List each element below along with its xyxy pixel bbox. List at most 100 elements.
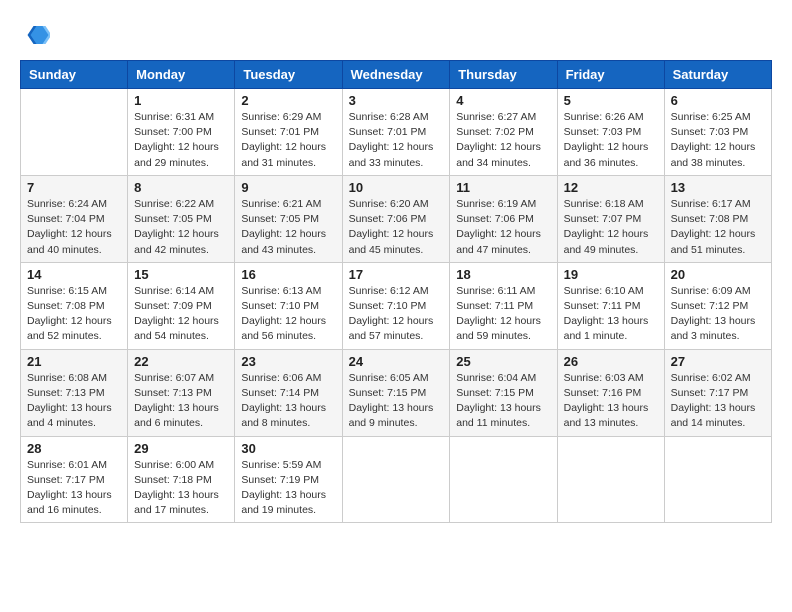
day-number: 14 <box>27 267 121 282</box>
calendar-table: SundayMondayTuesdayWednesdayThursdayFrid… <box>20 60 772 523</box>
calendar-cell: 1 Sunrise: 6:31 AM Sunset: 7:00 PM Daylig… <box>128 89 235 176</box>
day-header-saturday: Saturday <box>664 61 771 89</box>
day-info: Sunrise: 6:25 AM Sunset: 7:03 PM Dayligh… <box>671 110 765 171</box>
calendar-cell: 10 Sunrise: 6:20 AM Sunset: 7:06 PM Dayli… <box>342 175 450 262</box>
day-info: Sunrise: 6:08 AM Sunset: 7:13 PM Dayligh… <box>27 371 121 432</box>
day-number: 27 <box>671 354 765 369</box>
calendar-cell: 24 Sunrise: 6:05 AM Sunset: 7:15 PM Dayli… <box>342 349 450 436</box>
calendar-cell: 21 Sunrise: 6:08 AM Sunset: 7:13 PM Dayli… <box>21 349 128 436</box>
day-number: 3 <box>349 93 444 108</box>
day-number: 8 <box>134 180 228 195</box>
day-number: 30 <box>241 441 335 456</box>
day-info: Sunrise: 5:59 AM Sunset: 7:19 PM Dayligh… <box>241 458 335 519</box>
calendar-cell: 22 Sunrise: 6:07 AM Sunset: 7:13 PM Dayli… <box>128 349 235 436</box>
logo <box>20 20 54 50</box>
day-info: Sunrise: 6:05 AM Sunset: 7:15 PM Dayligh… <box>349 371 444 432</box>
calendar-week-2: 7 Sunrise: 6:24 AM Sunset: 7:04 PM Daylig… <box>21 175 772 262</box>
day-info: Sunrise: 6:06 AM Sunset: 7:14 PM Dayligh… <box>241 371 335 432</box>
calendar-cell: 11Sunrise: 6:19 AM Sunset: 7:06 PM Dayli… <box>450 175 557 262</box>
page-header <box>20 20 772 50</box>
day-info: Sunrise: 6:12 AM Sunset: 7:10 PM Dayligh… <box>349 284 444 345</box>
day-info: Sunrise: 6:09 AM Sunset: 7:12 PM Dayligh… <box>671 284 765 345</box>
day-info: Sunrise: 6:31 AM Sunset: 7:00 PM Dayligh… <box>134 110 228 171</box>
day-number: 10 <box>349 180 444 195</box>
day-info: Sunrise: 6:01 AM Sunset: 7:17 PM Dayligh… <box>27 458 121 519</box>
calendar-cell: 14 Sunrise: 6:15 AM Sunset: 7:08 PM Dayli… <box>21 262 128 349</box>
day-info: Sunrise: 6:11 AM Sunset: 7:11 PM Dayligh… <box>456 284 550 345</box>
day-number: 23 <box>241 354 335 369</box>
calendar-cell <box>664 436 771 523</box>
calendar-week-5: 28Sunrise: 6:01 AM Sunset: 7:17 PM Dayli… <box>21 436 772 523</box>
day-header-thursday: Thursday <box>450 61 557 89</box>
calendar-cell: 13 Sunrise: 6:17 AM Sunset: 7:08 PM Dayli… <box>664 175 771 262</box>
day-number: 29 <box>134 441 228 456</box>
day-info: Sunrise: 6:26 AM Sunset: 7:03 PM Dayligh… <box>564 110 658 171</box>
day-number: 13 <box>671 180 765 195</box>
calendar-week-1: 1 Sunrise: 6:31 AM Sunset: 7:00 PM Daylig… <box>21 89 772 176</box>
day-info: Sunrise: 6:17 AM Sunset: 7:08 PM Dayligh… <box>671 197 765 258</box>
day-info: Sunrise: 6:28 AM Sunset: 7:01 PM Dayligh… <box>349 110 444 171</box>
day-number: 18 <box>456 267 550 282</box>
calendar-cell <box>21 89 128 176</box>
day-header-sunday: Sunday <box>21 61 128 89</box>
calendar-cell: 30 Sunrise: 5:59 AM Sunset: 7:19 PM Dayli… <box>235 436 342 523</box>
calendar-cell: 2 Sunrise: 6:29 AM Sunset: 7:01 PM Daylig… <box>235 89 342 176</box>
day-header-friday: Friday <box>557 61 664 89</box>
day-number: 22 <box>134 354 228 369</box>
calendar-cell: 5 Sunrise: 6:26 AM Sunset: 7:03 PM Daylig… <box>557 89 664 176</box>
calendar-cell: 25Sunrise: 6:04 AM Sunset: 7:15 PM Dayli… <box>450 349 557 436</box>
day-info: Sunrise: 6:20 AM Sunset: 7:06 PM Dayligh… <box>349 197 444 258</box>
day-number: 16 <box>241 267 335 282</box>
day-info: Sunrise: 6:15 AM Sunset: 7:08 PM Dayligh… <box>27 284 121 345</box>
calendar-cell: 28Sunrise: 6:01 AM Sunset: 7:17 PM Dayli… <box>21 436 128 523</box>
calendar-week-4: 21 Sunrise: 6:08 AM Sunset: 7:13 PM Dayli… <box>21 349 772 436</box>
day-number: 26 <box>564 354 658 369</box>
day-number: 17 <box>349 267 444 282</box>
day-number: 6 <box>671 93 765 108</box>
calendar-week-3: 14 Sunrise: 6:15 AM Sunset: 7:08 PM Dayli… <box>21 262 772 349</box>
calendar-cell: 23 Sunrise: 6:06 AM Sunset: 7:14 PM Dayli… <box>235 349 342 436</box>
calendar-cell: 7 Sunrise: 6:24 AM Sunset: 7:04 PM Daylig… <box>21 175 128 262</box>
day-info: Sunrise: 6:03 AM Sunset: 7:16 PM Dayligh… <box>564 371 658 432</box>
calendar-cell: 9 Sunrise: 6:21 AM Sunset: 7:05 PM Daylig… <box>235 175 342 262</box>
day-info: Sunrise: 6:21 AM Sunset: 7:05 PM Dayligh… <box>241 197 335 258</box>
calendar-cell <box>342 436 450 523</box>
calendar-cell: 16Sunrise: 6:13 AM Sunset: 7:10 PM Dayli… <box>235 262 342 349</box>
calendar-cell <box>557 436 664 523</box>
day-info: Sunrise: 6:10 AM Sunset: 7:11 PM Dayligh… <box>564 284 658 345</box>
calendar-cell: 3 Sunrise: 6:28 AM Sunset: 7:01 PM Daylig… <box>342 89 450 176</box>
calendar-cell: 29 Sunrise: 6:00 AM Sunset: 7:18 PM Dayli… <box>128 436 235 523</box>
day-number: 20 <box>671 267 765 282</box>
day-number: 11 <box>456 180 550 195</box>
day-info: Sunrise: 6:29 AM Sunset: 7:01 PM Dayligh… <box>241 110 335 171</box>
calendar-cell: 6 Sunrise: 6:25 AM Sunset: 7:03 PM Daylig… <box>664 89 771 176</box>
day-info: Sunrise: 6:18 AM Sunset: 7:07 PM Dayligh… <box>564 197 658 258</box>
calendar-cell <box>450 436 557 523</box>
day-number: 19 <box>564 267 658 282</box>
day-number: 5 <box>564 93 658 108</box>
day-number: 7 <box>27 180 121 195</box>
calendar-cell: 12 Sunrise: 6:18 AM Sunset: 7:07 PM Dayli… <box>557 175 664 262</box>
calendar-cell: 26 Sunrise: 6:03 AM Sunset: 7:16 PM Dayli… <box>557 349 664 436</box>
day-number: 4 <box>456 93 550 108</box>
day-info: Sunrise: 6:22 AM Sunset: 7:05 PM Dayligh… <box>134 197 228 258</box>
day-number: 24 <box>349 354 444 369</box>
calendar-cell: 15Sunrise: 6:14 AM Sunset: 7:09 PM Dayli… <box>128 262 235 349</box>
day-number: 1 <box>134 93 228 108</box>
day-info: Sunrise: 6:24 AM Sunset: 7:04 PM Dayligh… <box>27 197 121 258</box>
day-number: 2 <box>241 93 335 108</box>
calendar-cell: 4Sunrise: 6:27 AM Sunset: 7:02 PM Daylig… <box>450 89 557 176</box>
calendar-cell: 27 Sunrise: 6:02 AM Sunset: 7:17 PM Dayli… <box>664 349 771 436</box>
day-number: 12 <box>564 180 658 195</box>
day-number: 21 <box>27 354 121 369</box>
day-info: Sunrise: 6:00 AM Sunset: 7:18 PM Dayligh… <box>134 458 228 519</box>
day-info: Sunrise: 6:07 AM Sunset: 7:13 PM Dayligh… <box>134 371 228 432</box>
calendar-cell: 18 Sunrise: 6:11 AM Sunset: 7:11 PM Dayli… <box>450 262 557 349</box>
day-info: Sunrise: 6:02 AM Sunset: 7:17 PM Dayligh… <box>671 371 765 432</box>
day-header-monday: Monday <box>128 61 235 89</box>
calendar-cell: 19 Sunrise: 6:10 AM Sunset: 7:11 PM Dayli… <box>557 262 664 349</box>
day-header-tuesday: Tuesday <box>235 61 342 89</box>
day-info: Sunrise: 6:04 AM Sunset: 7:15 PM Dayligh… <box>456 371 550 432</box>
calendar-header-row: SundayMondayTuesdayWednesdayThursdayFrid… <box>21 61 772 89</box>
day-number: 9 <box>241 180 335 195</box>
